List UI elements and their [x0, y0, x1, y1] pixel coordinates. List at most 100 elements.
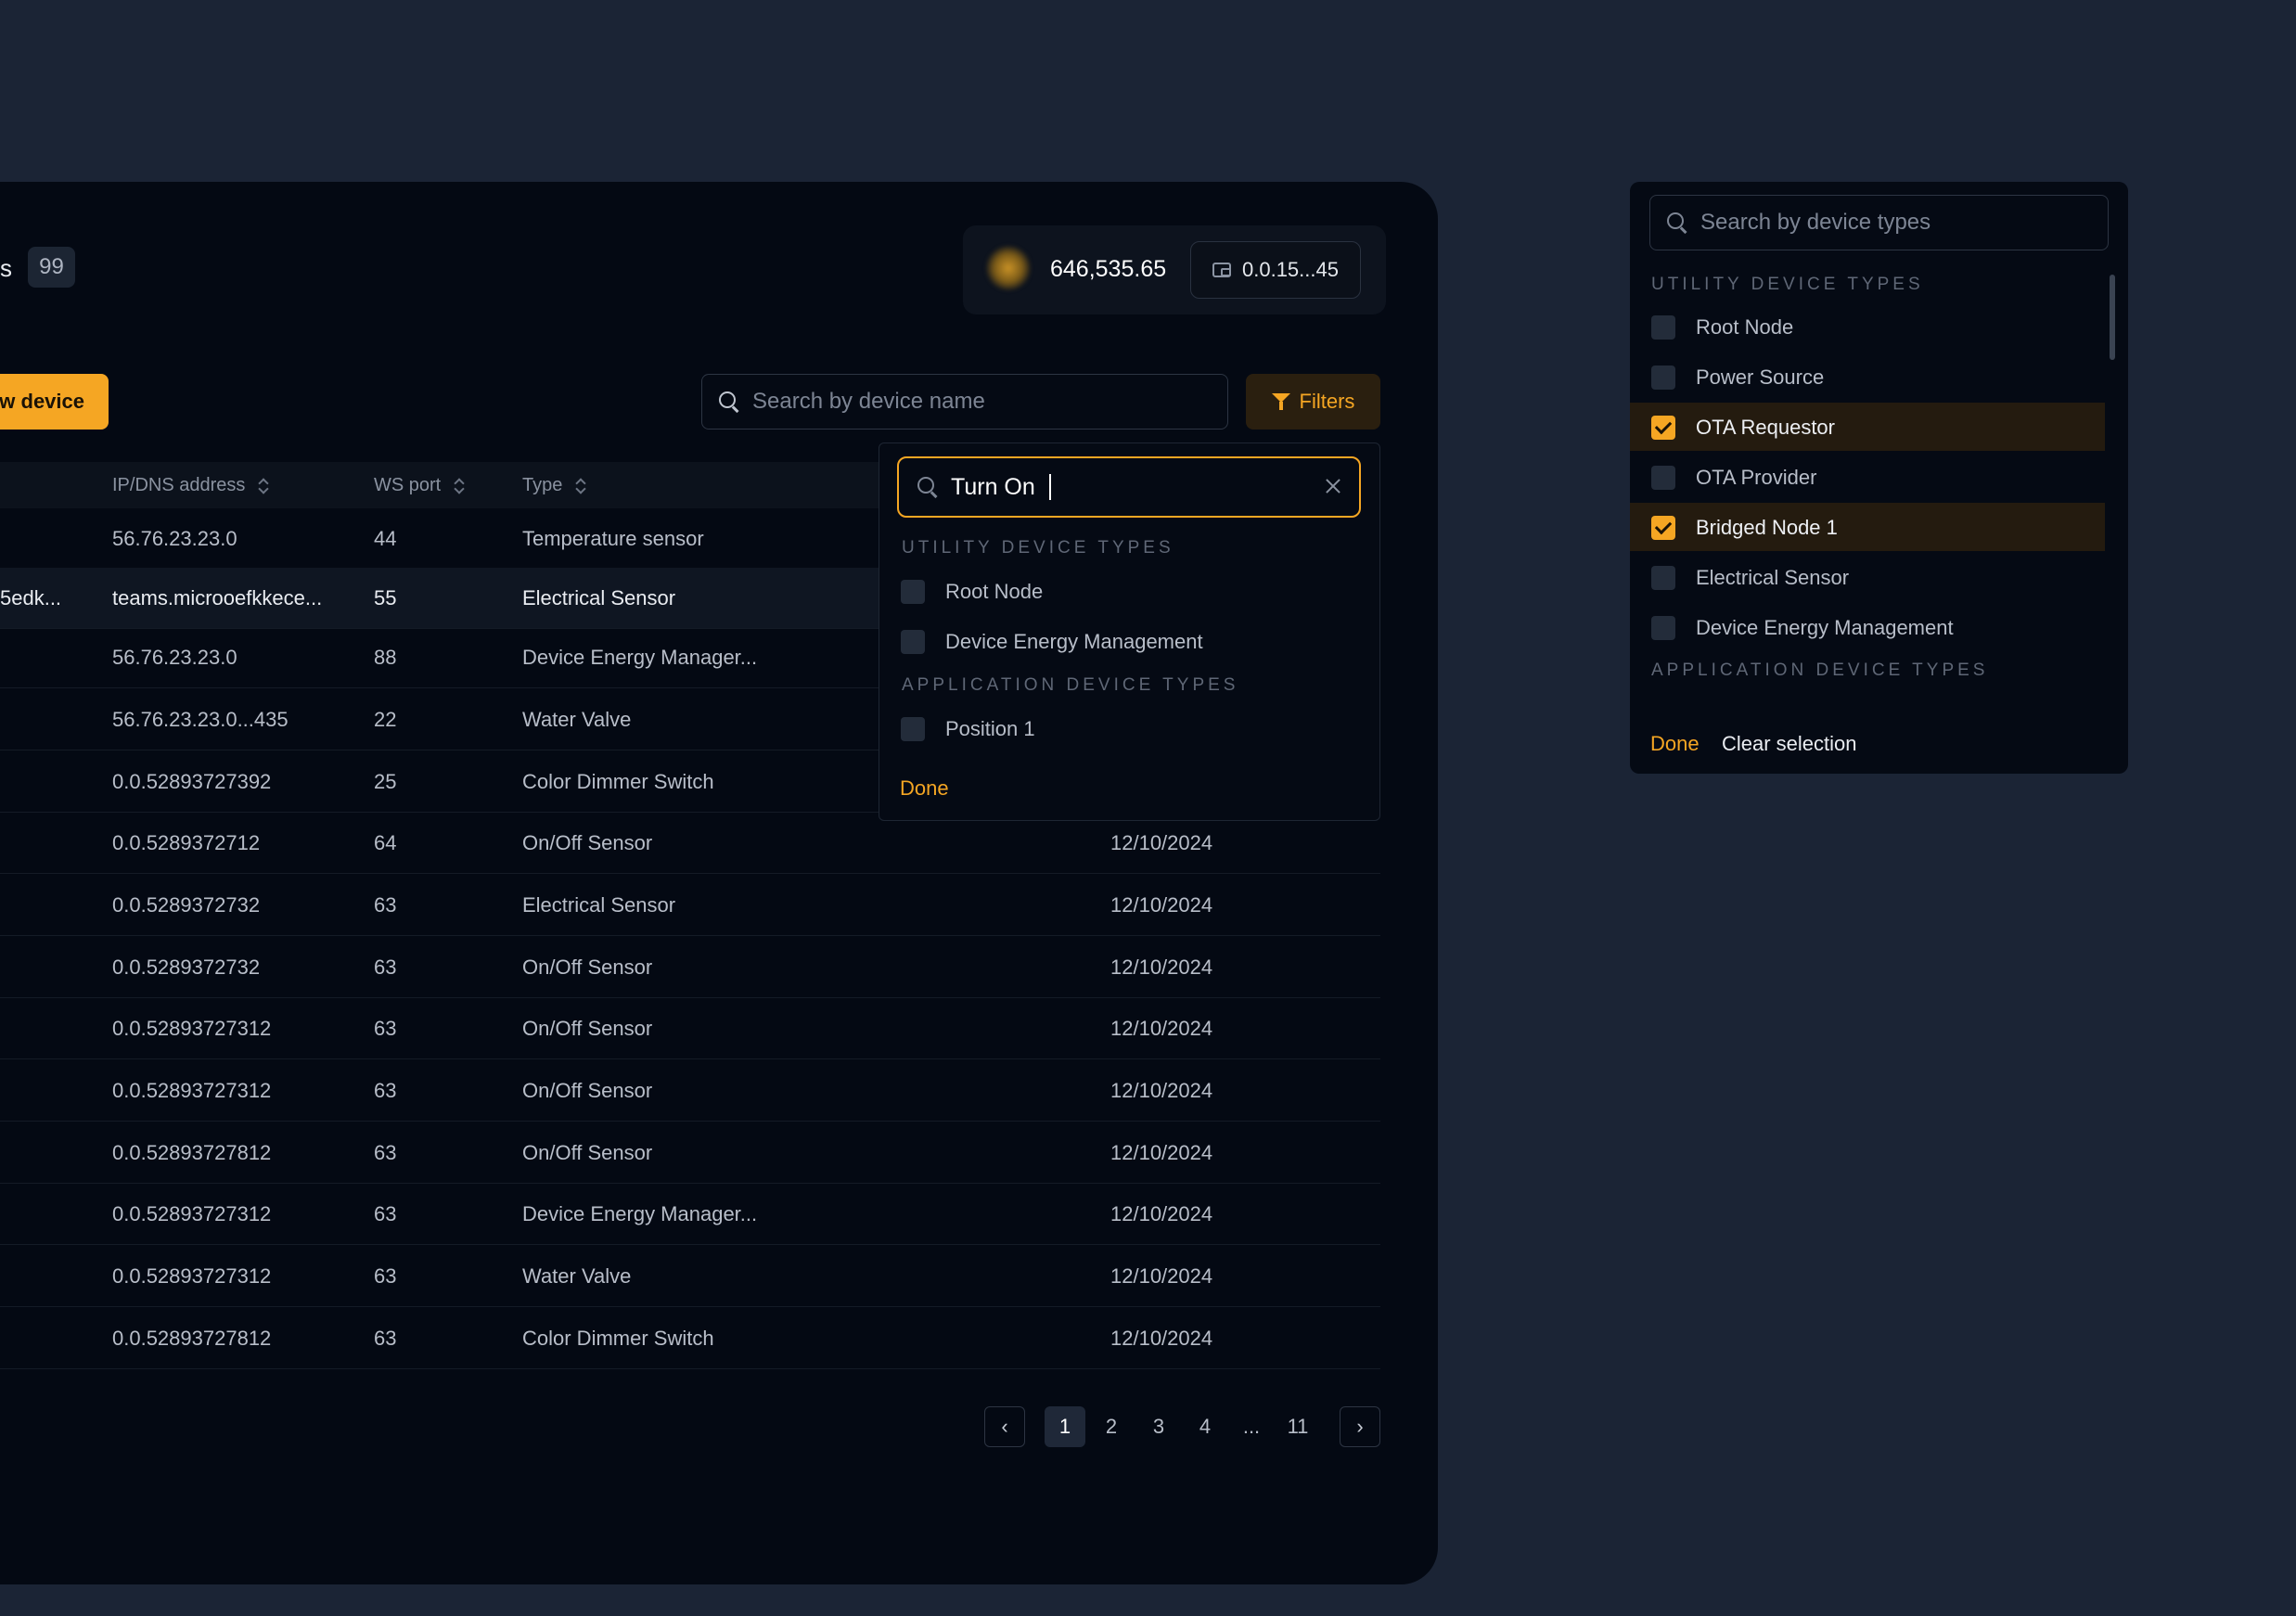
filters-button[interactable]: Filters: [1246, 374, 1380, 430]
next-page-button[interactable]: ›: [1340, 1406, 1380, 1447]
dropdown-done-button[interactable]: Done: [900, 776, 949, 801]
date-cell: 12/10/2024: [1110, 1202, 1213, 1225]
checkbox[interactable]: [1651, 315, 1675, 340]
column-type[interactable]: Type: [522, 475, 586, 496]
column-ip-label: IP/DNS address: [112, 475, 246, 495]
checkbox[interactable]: [901, 630, 925, 654]
checkbox-checked[interactable]: [1651, 416, 1675, 440]
device-type-cell: Electrical Sensor: [522, 893, 676, 917]
ip-address-cell: 0.0.52893727392: [112, 770, 272, 793]
balance-value: 646,535.65: [1050, 256, 1167, 282]
date-cell: 12/10/2024: [1110, 1079, 1213, 1102]
column-ip[interactable]: IP/DNS address: [112, 475, 269, 496]
panel-done-button[interactable]: Done: [1650, 732, 1700, 756]
search-icon: [1667, 212, 1687, 233]
page-4[interactable]: 4: [1185, 1406, 1225, 1447]
filters-label: Filters: [1299, 390, 1355, 413]
search-icon: [917, 477, 938, 497]
device-type-option[interactable]: Power Source: [1651, 366, 1824, 390]
ip-address-cell: teams.microoefkkece...: [112, 586, 323, 609]
search-placeholder: Search by device name: [752, 389, 985, 414]
device-type-option[interactable]: Root Node: [1651, 315, 1793, 340]
scrollbar[interactable]: [2110, 275, 2115, 360]
ip-address-cell: 56.76.23.23.0...435: [112, 708, 289, 731]
ip-address-cell: 0.0.52893727312: [112, 1264, 272, 1288]
device-type-cell: On/Off Sensor: [522, 1141, 653, 1164]
clear-selection-button[interactable]: Clear selection: [1722, 732, 1857, 756]
ip-address-cell: 0.0.52893727312: [112, 1079, 272, 1102]
option-label: OTA Provider: [1696, 466, 1817, 489]
dropdown-option-root-node[interactable]: Root Node: [901, 580, 1043, 604]
device-type-cell: On/Off Sensor: [522, 831, 653, 854]
checkbox[interactable]: [1651, 566, 1675, 590]
sort-icon[interactable]: [454, 478, 465, 494]
chevron-left-icon: ‹: [1001, 1415, 1008, 1438]
prev-page-button[interactable]: ‹: [984, 1406, 1025, 1447]
option-label: Power Source: [1696, 366, 1825, 389]
type-filter-search-input[interactable]: Turn On: [897, 456, 1361, 518]
device-name-cell: 5edk...: [0, 586, 62, 609]
token-icon: [986, 246, 1031, 290]
device-name-search[interactable]: Search by device name: [701, 374, 1228, 430]
sort-icon[interactable]: [258, 478, 269, 494]
ws-port-cell: 63: [374, 1327, 397, 1350]
ws-port-cell: 63: [374, 1017, 397, 1040]
page-11[interactable]: 11: [1277, 1406, 1318, 1447]
device-count-badge: 99: [28, 247, 75, 288]
device-type-cell: Device Energy Manager...: [522, 646, 758, 669]
column-port[interactable]: WS port: [374, 475, 465, 496]
ip-address-cell: 0.0.52893727812: [112, 1141, 272, 1164]
ws-port-cell: 22: [374, 708, 397, 731]
ip-address-cell: 0.0.5289372712: [112, 831, 261, 854]
wallet-icon: [1212, 263, 1231, 277]
device-type-cell: On/Off Sensor: [522, 1079, 653, 1102]
ws-port-cell: 25: [374, 770, 397, 793]
application-section-label: APPLICATION DEVICE TYPES: [902, 675, 1239, 695]
wallet-address: 0.0.15...45: [1242, 258, 1339, 281]
device-type-cell: On/Off Sensor: [522, 1017, 653, 1040]
device-type-option[interactable]: Device Energy Management: [1651, 616, 1954, 640]
wallet-button[interactable]: 0.0.15...45: [1190, 241, 1361, 299]
page-2[interactable]: 2: [1091, 1406, 1132, 1447]
date-cell: 12/10/2024: [1110, 831, 1213, 854]
device-type-cell: Electrical Sensor: [522, 586, 676, 609]
dropdown-option-device-energy-management[interactable]: Device Energy Management: [901, 630, 1203, 654]
ws-port-cell: 63: [374, 893, 397, 917]
type-filter-search-value: Turn On: [951, 473, 1035, 500]
search-icon: [719, 391, 739, 412]
checkbox[interactable]: [901, 580, 925, 604]
date-cell: 12/10/2024: [1110, 955, 1213, 979]
ip-address-cell: 0.0.52893727312: [112, 1202, 272, 1225]
checkbox[interactable]: [1651, 366, 1675, 390]
checkbox[interactable]: [1651, 616, 1675, 640]
dropdown-option-position-1[interactable]: Position 1: [901, 717, 1035, 741]
date-cell: 12/10/2024: [1110, 1141, 1213, 1164]
page-3[interactable]: 3: [1138, 1406, 1179, 1447]
column-type-label: Type: [522, 475, 563, 495]
checkbox[interactable]: [1651, 466, 1675, 490]
ws-port-cell: 55: [374, 586, 397, 609]
close-icon[interactable]: [1324, 477, 1342, 495]
device-type-cell: Water Valve: [522, 1264, 632, 1288]
ip-address-cell: 0.0.52893727812: [112, 1327, 272, 1350]
ws-port-cell: 63: [374, 1264, 397, 1288]
checkbox-checked[interactable]: [1651, 516, 1675, 540]
ws-port-cell: 44: [374, 527, 397, 550]
sort-icon[interactable]: [575, 478, 586, 494]
device-type-option[interactable]: Electrical Sensor: [1651, 566, 1849, 590]
chevron-right-icon: ›: [1356, 1415, 1364, 1438]
page-1[interactable]: 1: [1045, 1406, 1085, 1447]
option-label: Root Node: [945, 580, 1044, 603]
device-type-search-input[interactable]: Search by device types: [1649, 195, 2109, 250]
device-type-cell: Water Valve: [522, 708, 632, 731]
device-type-option[interactable]: OTA Requestor: [1651, 416, 1835, 440]
option-label: Electrical Sensor: [1696, 566, 1850, 589]
utility-section-label: UTILITY DEVICE TYPES: [902, 538, 1174, 558]
device-type-cell: Color Dimmer Switch: [522, 770, 714, 793]
device-type-option[interactable]: OTA Provider: [1651, 466, 1816, 490]
checkbox[interactable]: [901, 717, 925, 741]
option-label: Root Node: [1696, 315, 1794, 339]
device-type-option[interactable]: Bridged Node 1: [1651, 516, 1838, 540]
add-device-button[interactable]: ew device: [0, 374, 109, 430]
utility-section-label: UTILITY DEVICE TYPES: [1651, 275, 1924, 294]
